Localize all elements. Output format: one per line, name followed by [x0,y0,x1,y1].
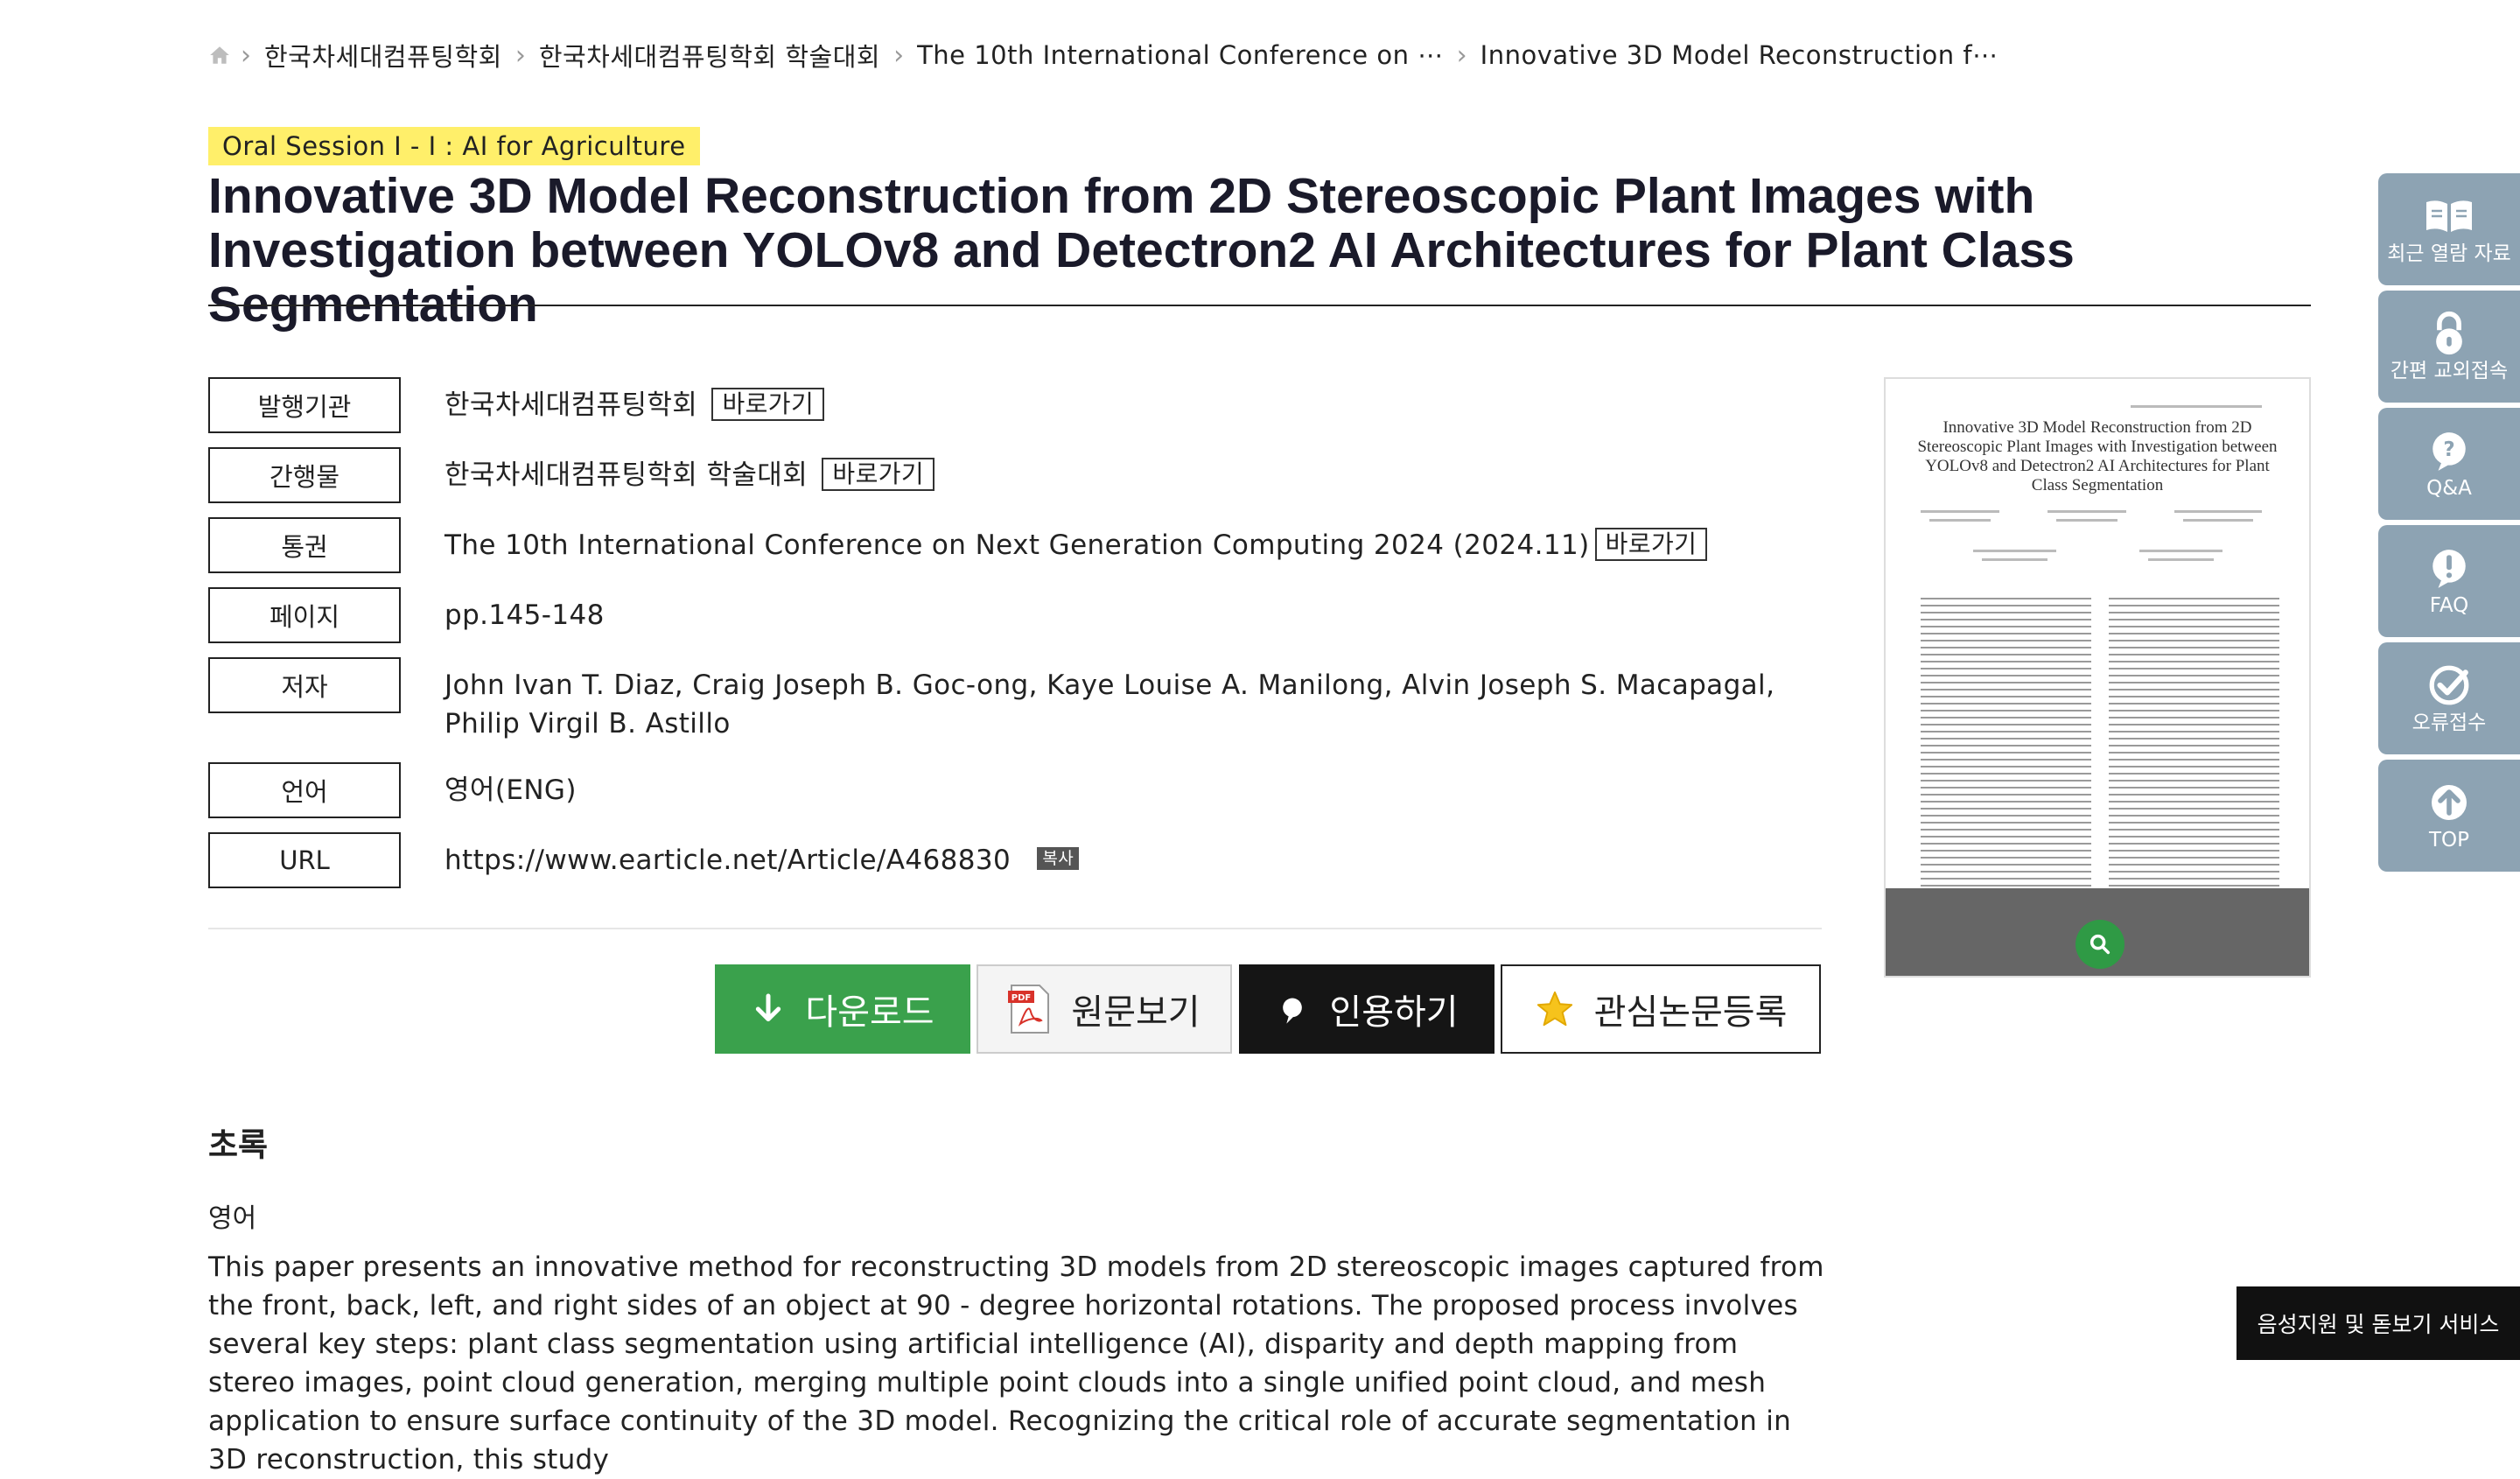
preview-body-text [1921,598,2279,887]
pdf-badge-text: PDF [1012,993,1031,1003]
exclamation-bubble-icon [2427,546,2471,590]
chevron-right-icon: › [1456,39,1467,71]
quick-menu-qna[interactable]: ? Q&A [2378,408,2520,520]
add-favorite-label: 관심논문등록 [1593,992,1788,1033]
meta-row-publisher: 발행기관 한국차세대컴퓨팅학회 바로가기 [208,377,825,433]
breadcrumb: › 한국차세대컴퓨팅학회 › 한국차세대컴퓨팅학회 학술대회 › The 10t… [208,33,2004,77]
quick-menu-remote-access-label: 간편 교외접속 [2390,360,2509,382]
breadcrumb-item-article: Innovative 3D Model Reconstruction f⋯ [1480,40,1998,70]
home-icon[interactable] [208,43,233,67]
title-divider [208,305,2311,306]
cite-button[interactable]: 인용하기 [1239,964,1494,1054]
meta-label-url: URL [208,832,401,888]
quick-menu-recent-label: 최근 열람 자료 [2387,242,2511,265]
arrow-down-icon [751,992,786,1027]
breadcrumb-item-conference[interactable]: The 10th International Conference on ⋯ [912,40,1449,70]
quote-icon [1275,992,1310,1027]
meta-value-publisher: 한국차세대컴퓨팅학회 바로가기 [444,377,825,424]
chevron-right-icon: › [893,39,905,71]
question-bubble-icon: ? [2427,429,2471,473]
volume-goto-button[interactable]: 바로가기 [1594,528,1708,561]
meta-label-volume: 통권 [208,517,401,573]
article-url[interactable]: https://www.earticle.net/Article/A468830 [444,845,1011,876]
quick-menu-top[interactable]: TOP [2378,760,2520,872]
meta-row-publication: 간행물 한국차세대컴퓨팅학회 학술대회 바로가기 [208,447,935,503]
meta-value-language: 영어(ENG) [444,775,577,806]
publication-name: 한국차세대컴퓨팅학회 학술대회 [444,459,808,491]
view-original-label: 원문보기 [1071,992,1200,1033]
meta-row-url: URL https://www.earticle.net/Article/A46… [208,832,1080,888]
meta-row-language: 언어 영어(ENG) [208,762,577,818]
book-icon [2423,194,2475,238]
download-button[interactable]: 다운로드 [715,964,970,1054]
paper-preview[interactable]: Innovative 3D Model Reconstruction from … [1884,377,2311,978]
meta-row-authors: 저자 John Ivan T. Diaz, Craig Joseph B. Go… [208,657,1810,743]
quick-menu-remote-access[interactable]: 간편 교외접속 [2378,291,2520,403]
svg-text:?: ? [2443,438,2454,461]
publisher-goto-button[interactable]: 바로가기 [711,388,825,421]
quick-menu: 최근 열람 자료 간편 교외접속 ? Q&A FAQ 오류접수 TOP [2378,173,2520,877]
meta-label-authors: 저자 [208,657,401,713]
breadcrumb-item-society[interactable]: 한국차세대컴퓨팅학회 [259,37,508,74]
accessibility-service-button[interactable]: 음성지원 및 돋보기 서비스 [2236,1286,2520,1360]
quick-menu-error-report[interactable]: 오류접수 [2378,642,2520,754]
meta-row-volume: 통권 The 10th International Conference on … [208,517,1708,573]
publication-goto-button[interactable]: 바로가기 [822,458,935,491]
quick-menu-faq[interactable]: FAQ [2378,525,2520,637]
publisher-name: 한국차세대컴퓨팅학회 [444,389,698,421]
meta-value-url: https://www.earticle.net/Article/A468830… [444,832,1080,880]
meta-divider [208,928,1822,929]
arrow-up-icon [2428,781,2470,824]
chevron-right-icon: › [514,39,526,71]
meta-label-publisher: 발행기관 [208,377,401,433]
star-icon [1535,989,1575,1029]
quick-menu-recent[interactable]: 최근 열람 자료 [2378,173,2520,285]
volume-name: The 10th International Conference on Nex… [444,529,1590,561]
lock-icon [2429,312,2469,355]
copy-url-button[interactable]: 복사 [1037,847,1080,870]
zoom-icon[interactable] [2076,920,2124,969]
quick-menu-error-report-label: 오류접수 [2412,711,2487,734]
meta-label-pages: 페이지 [208,587,401,643]
meta-value-authors: John Ivan T. Diaz, Craig Joseph B. Goc-o… [444,669,1775,740]
meta-value-volume: The 10th International Conference on Nex… [444,517,1708,564]
meta-label-publication: 간행물 [208,447,401,503]
page-title: Innovative 3D Model Reconstruction from … [208,168,2075,333]
view-original-button[interactable]: PDF 원문보기 [976,964,1232,1054]
meta-value-publication: 한국차세대컴퓨팅학회 학술대회 바로가기 [444,447,935,494]
abstract-language: 영어 [208,1203,257,1234]
meta-row-pages: 페이지 pp.145-148 [208,587,605,643]
quick-menu-top-label: TOP [2428,829,2470,852]
meta-label-language: 언어 [208,762,401,818]
check-circle-icon [2427,663,2471,707]
add-favorite-button[interactable]: 관심논문등록 [1501,964,1821,1054]
session-badge: Oral Session I - I : AI for Agriculture [208,127,700,165]
abstract-text: This paper presents an innovative method… [208,1251,1824,1475]
cite-label: 인용하기 [1329,992,1459,1033]
breadcrumb-item-proceedings[interactable]: 한국차세대컴퓨팅학회 학술대회 [534,37,886,74]
chevron-right-icon: › [241,39,251,71]
preview-title: Innovative 3D Model Reconstruction from … [1917,418,2278,494]
quick-menu-qna-label: Q&A [2426,477,2472,500]
abstract-heading: 초록 [208,1126,269,1164]
pdf-icon: PDF [1008,984,1052,1034]
download-label: 다운로드 [805,992,934,1033]
meta-value-pages: pp.145-148 [444,599,605,631]
quick-menu-faq-label: FAQ [2429,594,2469,617]
